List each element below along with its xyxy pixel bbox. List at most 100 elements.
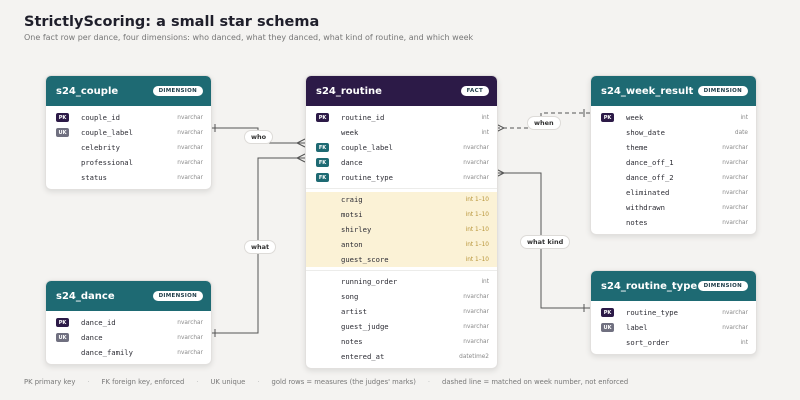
legend-item-fk: FK foreign key, enforced (101, 378, 185, 386)
routine-type-table: s24_routine_type DIMENSION PK routine_typ… (590, 270, 757, 355)
column-type: nvarchar (722, 189, 748, 196)
table-name: s24_week_result (601, 85, 694, 97)
column-name: theme (626, 143, 648, 152)
column-row: withdrawn nvarchar (591, 200, 756, 215)
column-row: song nvarchar (306, 289, 497, 304)
column-row: PK dance_id nvarchar (46, 315, 211, 330)
column-row: celebrity nvarchar (46, 140, 211, 155)
column-row: UK dance nvarchar (46, 330, 211, 345)
column-type: nvarchar (463, 323, 489, 330)
column-row: theme nvarchar (591, 140, 756, 155)
column-type: int 1–10 (465, 241, 489, 248)
legend-separator: · (196, 378, 199, 386)
column-name: routine_id (341, 113, 385, 122)
column-type: nvarchar (177, 174, 203, 181)
column-row: PK week int (591, 110, 756, 125)
column-name: professional (81, 158, 133, 167)
column-name: dance_family (81, 348, 133, 357)
column-row: week int (306, 125, 497, 140)
column-type: nvarchar (722, 219, 748, 226)
column-name: notes (626, 218, 648, 227)
column-type: nvarchar (177, 114, 203, 121)
column-row: artist nvarchar (306, 304, 497, 319)
column-type: int 1–10 (465, 226, 489, 233)
column-name: dance_off_1 (626, 158, 674, 167)
column-name: motsi (341, 210, 363, 219)
column-row: running_order int (306, 274, 497, 289)
column-type: nvarchar (177, 144, 203, 151)
legend-separator: · (257, 378, 260, 386)
column-type: nvarchar (177, 334, 203, 341)
column-type: nvarchar (463, 144, 489, 151)
column-name: dance (341, 158, 363, 167)
routine-table-header: s24_routine FACT (306, 76, 497, 106)
relationship-label-when: when (527, 116, 561, 130)
column-type: int (740, 114, 748, 121)
column-name: show_date (626, 128, 665, 137)
column-row: PK routine_id int (306, 110, 497, 125)
column-name: celebrity (81, 143, 120, 152)
column-type: int (481, 114, 489, 121)
dimension-badge: DIMENSION (697, 86, 748, 96)
measure-row: anton int 1–10 (306, 237, 497, 252)
column-name: guest_score (341, 255, 389, 264)
dimension-badge: DIMENSION (697, 281, 748, 291)
column-type: nvarchar (722, 144, 748, 151)
column-name: dance_id (81, 318, 116, 327)
column-row: show_date date (591, 125, 756, 140)
legend-item-pk: PK primary key (24, 378, 76, 386)
column-row: FK routine_type nvarchar (306, 170, 497, 185)
column-name: status (81, 173, 107, 182)
column-name: artist (341, 307, 367, 316)
column-name: routine_type (341, 173, 393, 182)
column-type: nvarchar (463, 308, 489, 315)
table-name: s24_dance (56, 290, 115, 302)
table-name: s24_couple (56, 85, 119, 97)
column-type: nvarchar (463, 338, 489, 345)
pk-badge: PK (601, 113, 614, 122)
column-type: int (740, 339, 748, 346)
measure-row: motsi int 1–10 (306, 207, 497, 222)
uk-badge: UK (601, 323, 614, 332)
column-type: nvarchar (177, 129, 203, 136)
column-name: routine_type (626, 308, 678, 317)
measure-row: craig int 1–10 (306, 192, 497, 207)
column-name: couple_id (81, 113, 120, 122)
column-row: notes nvarchar (591, 215, 756, 230)
pk-badge: PK (316, 113, 329, 122)
fact-badge: FACT (460, 86, 489, 96)
uk-badge: UK (56, 128, 69, 137)
relationship-label-who: who (244, 130, 274, 144)
table-name: s24_routine_type (601, 280, 698, 292)
column-type: nvarchar (463, 174, 489, 181)
column-name: couple_label (341, 143, 393, 152)
measure-row: shirley int 1–10 (306, 222, 497, 237)
column-type: datetime2 (459, 353, 489, 360)
table-name: s24_routine (316, 85, 382, 97)
column-row: sort_order int (591, 335, 756, 350)
fk-badge: FK (316, 143, 329, 152)
column-row: guest_judge nvarchar (306, 319, 497, 334)
column-type: nvarchar (463, 293, 489, 300)
column-type: nvarchar (177, 319, 203, 326)
column-type: int (481, 278, 489, 285)
couple-table-header: s24_couple DIMENSION (46, 76, 211, 106)
column-type: nvarchar (177, 349, 203, 356)
column-type: int (481, 129, 489, 136)
legend: PK primary key · FK foreign key, enforce… (24, 378, 628, 386)
column-name: shirley (341, 225, 372, 234)
column-type: int 1–10 (465, 196, 489, 203)
column-row: professional nvarchar (46, 155, 211, 170)
divider (306, 188, 497, 189)
pk-badge: PK (601, 308, 614, 317)
column-name: guest_judge (341, 322, 389, 331)
column-name: withdrawn (626, 203, 665, 212)
column-name: craig (341, 195, 363, 204)
dance-table: s24_dance DIMENSION PK dance_id nvarchar U… (45, 280, 212, 365)
column-name: song (341, 292, 359, 301)
column-row: entered_at datetime2 (306, 349, 497, 364)
legend-item-measures: gold rows = measures (the judges' marks) (271, 378, 416, 386)
dimension-badge: DIMENSION (152, 291, 203, 301)
column-row: dance_off_2 nvarchar (591, 170, 756, 185)
column-row: notes nvarchar (306, 334, 497, 349)
